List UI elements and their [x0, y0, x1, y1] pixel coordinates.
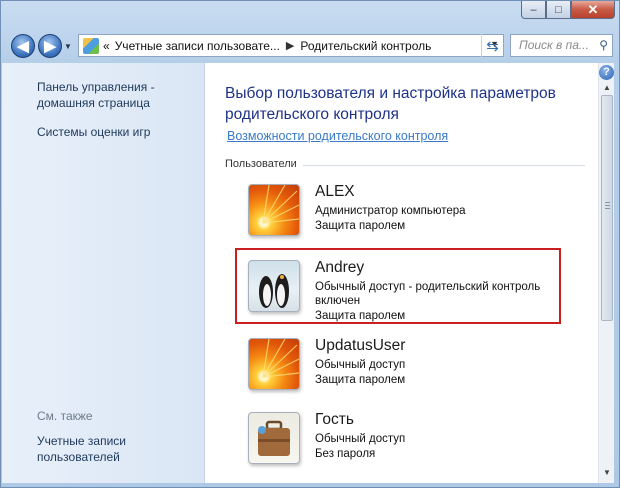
- user-password-status: Защита паролем: [315, 374, 406, 386]
- close-button[interactable]: ✕: [571, 1, 615, 19]
- minimize-button[interactable]: –: [521, 1, 546, 19]
- control-panel-home-link[interactable]: Панель управления - домашняя страница: [37, 79, 167, 111]
- user-name: Гость: [315, 411, 354, 428]
- user-account-type: Администратор компьютера: [315, 205, 466, 217]
- suitcase-avatar-icon: [248, 412, 300, 464]
- user-password-status: Защита паролем: [315, 220, 406, 232]
- parental-controls-features-link[interactable]: Возможности родительского контроля: [227, 129, 448, 143]
- flower-avatar-icon: [248, 338, 300, 390]
- thumb-grip: [605, 202, 610, 203]
- user-card-alex[interactable]: ALEX Администратор компьютера Защита пар…: [245, 181, 565, 247]
- users-header-label: Пользователи: [225, 158, 303, 170]
- user-parental-control-status: включен: [315, 295, 361, 307]
- page-title: Выбор пользователя и настройка параметро…: [225, 85, 556, 123]
- flower-avatar-icon: [248, 184, 300, 236]
- penguin-avatar-icon: [248, 260, 300, 312]
- users-group-header: Пользователи: [225, 158, 585, 172]
- thumb-grip: [605, 208, 610, 209]
- user-name: Andrey: [315, 259, 365, 276]
- address-bar[interactable]: « Учетные записи пользовате... ▶ Родител…: [78, 34, 504, 57]
- scrollbar-thumb[interactable]: [601, 95, 613, 321]
- forward-button[interactable]: ▶: [38, 34, 62, 58]
- user-name: ALEX: [315, 183, 355, 200]
- thumb-grip: [605, 205, 610, 206]
- back-button[interactable]: ◀: [11, 34, 35, 58]
- search-input[interactable]: Поиск в па... ⚲: [510, 34, 613, 57]
- address-overflow-chevrons[interactable]: «: [103, 39, 110, 53]
- user-accounts-link[interactable]: Учетные записи пользователей: [37, 433, 137, 465]
- user-card-andrey[interactable]: Andrey Обычный доступ - родительский кон…: [245, 257, 565, 323]
- breadcrumb-separator-icon[interactable]: ▶: [286, 39, 294, 52]
- window: – □ ✕ ◀ ▶ ▼ « Учетные записи пользовате.…: [0, 0, 620, 488]
- refresh-icon[interactable]: ⇆: [481, 34, 503, 57]
- user-password-status: Без пароля: [315, 448, 376, 460]
- see-also-heading: См. также: [37, 409, 93, 423]
- caption-buttons: – □ ✕: [521, 1, 615, 19]
- main-content: Выбор пользователя и настройка параметро…: [205, 63, 598, 483]
- user-card-updatususer[interactable]: UpdatusUser Обычный доступ Защита пароле…: [245, 335, 565, 401]
- user-account-type: Обычный доступ - родительский контроль: [315, 281, 541, 293]
- user-card-guest[interactable]: Гость Обычный доступ Без пароля: [245, 409, 565, 475]
- vertical-scrollbar[interactable]: ? ▲ ▼: [598, 63, 614, 483]
- scroll-up-icon[interactable]: ▲: [601, 82, 613, 94]
- left-task-pane: Панель управления - домашняя страница Си…: [2, 63, 205, 483]
- user-account-type: Обычный доступ: [315, 359, 406, 371]
- user-password-status: Защита паролем: [315, 310, 406, 322]
- maximize-button[interactable]: □: [546, 1, 571, 19]
- search-icon[interactable]: ⚲: [599, 35, 608, 56]
- user-account-type: Обычный доступ: [315, 433, 406, 445]
- game-ratings-link[interactable]: Системы оценки игр: [37, 124, 150, 140]
- help-icon[interactable]: ?: [599, 65, 614, 80]
- search-placeholder: Поиск в па...: [519, 38, 589, 52]
- breadcrumb-parental-controls[interactable]: Родительский контроль: [300, 39, 431, 53]
- breadcrumb-user-accounts[interactable]: Учетные записи пользовате...: [115, 39, 280, 53]
- control-panel-icon: [83, 37, 99, 54]
- scroll-down-icon[interactable]: ▼: [601, 467, 613, 479]
- user-name: UpdatusUser: [315, 337, 406, 354]
- recent-pages-dropdown-icon[interactable]: ▼: [64, 42, 72, 51]
